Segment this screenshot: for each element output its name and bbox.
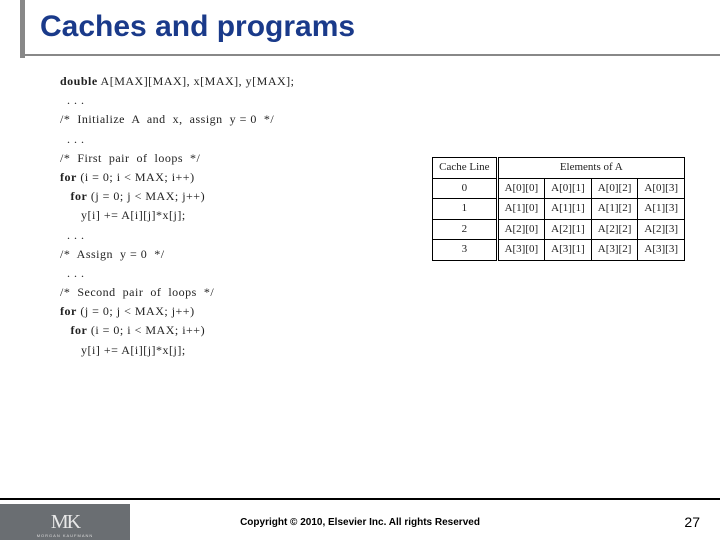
cell: A[1][3] bbox=[638, 199, 685, 220]
table-row: 2 A[2][0] A[2][1] A[2][2] A[2][3] bbox=[433, 219, 685, 240]
cell-line: 2 bbox=[433, 219, 497, 240]
content-area: double A[MAX][MAX], x[MAX], y[MAX]; . . … bbox=[0, 52, 720, 360]
kw-for2: for bbox=[71, 189, 88, 203]
cell: A[1][2] bbox=[591, 199, 638, 220]
for2a: (j = 0; j < MAX; j++) bbox=[77, 304, 195, 318]
table-row: 1 A[1][0] A[1][1] A[1][2] A[1][3] bbox=[433, 199, 685, 220]
cell: A[3][2] bbox=[591, 240, 638, 261]
cell: A[2][2] bbox=[591, 219, 638, 240]
decl-rest: A[MAX][MAX], x[MAX], y[MAX]; bbox=[98, 74, 295, 88]
cell: A[0][3] bbox=[638, 178, 685, 199]
comment-assign: /* Assign y = 0 */ bbox=[60, 247, 165, 261]
cell: A[0][1] bbox=[545, 178, 592, 199]
th-cache-line: Cache Line bbox=[433, 158, 497, 179]
cell: A[3][0] bbox=[497, 240, 545, 261]
for2b: (i = 0; i < MAX; i++) bbox=[87, 323, 205, 337]
footer: MK MORGAN KAUFMANN Copyright © 2010, Els… bbox=[0, 498, 720, 540]
for1a: (i = 0; i < MAX; i++) bbox=[77, 170, 195, 184]
cell: A[2][3] bbox=[638, 219, 685, 240]
cell: A[2][1] bbox=[545, 219, 592, 240]
cell-line: 1 bbox=[433, 199, 497, 220]
slide-title: Caches and programs bbox=[24, 10, 720, 44]
title-rule bbox=[20, 0, 25, 58]
cell: A[1][1] bbox=[545, 199, 592, 220]
page-number: 27 bbox=[684, 514, 700, 530]
body2: y[i] += A[i][j]*x[j]; bbox=[60, 343, 186, 357]
kw-double: double bbox=[60, 74, 98, 88]
cell: A[3][3] bbox=[638, 240, 685, 261]
cell: A[2][0] bbox=[497, 219, 545, 240]
logo-subtext: MORGAN KAUFMANN bbox=[37, 533, 94, 538]
dots3: . . . bbox=[60, 228, 85, 242]
cell: A[1][0] bbox=[497, 199, 545, 220]
kw-for1: for bbox=[60, 170, 77, 184]
cell-line: 3 bbox=[433, 240, 497, 261]
dots1: . . . bbox=[60, 93, 85, 107]
cell: A[3][1] bbox=[545, 240, 592, 261]
cell: A[0][2] bbox=[591, 178, 638, 199]
kw-for4: for bbox=[71, 323, 88, 337]
for1b: (j = 0; j < MAX; j++) bbox=[87, 189, 205, 203]
table-row: 0 A[0][0] A[0][1] A[0][2] A[0][3] bbox=[433, 178, 685, 199]
th-elements: Elements of A bbox=[497, 158, 684, 179]
comment-init: /* Initialize A and x, assign y = 0 */ bbox=[60, 112, 274, 126]
table-header-row: Cache Line Elements of A bbox=[433, 158, 685, 179]
title-bar: Caches and programs bbox=[0, 0, 720, 52]
comment-second: /* Second pair of loops */ bbox=[60, 285, 214, 299]
cache-table: Cache Line Elements of A 0 A[0][0] A[0][… bbox=[432, 157, 685, 261]
dots4: . . . bbox=[60, 266, 85, 280]
body1: y[i] += A[i][j]*x[j]; bbox=[60, 208, 186, 222]
comment-first: /* First pair of loops */ bbox=[60, 151, 200, 165]
cell-line: 0 bbox=[433, 178, 497, 199]
kw-for3: for bbox=[60, 304, 77, 318]
cell: A[0][0] bbox=[497, 178, 545, 199]
dots2: . . . bbox=[60, 132, 85, 146]
copyright-text: Copyright © 2010, Elsevier Inc. All righ… bbox=[0, 517, 720, 528]
table-row: 3 A[3][0] A[3][1] A[3][2] A[3][3] bbox=[433, 240, 685, 261]
